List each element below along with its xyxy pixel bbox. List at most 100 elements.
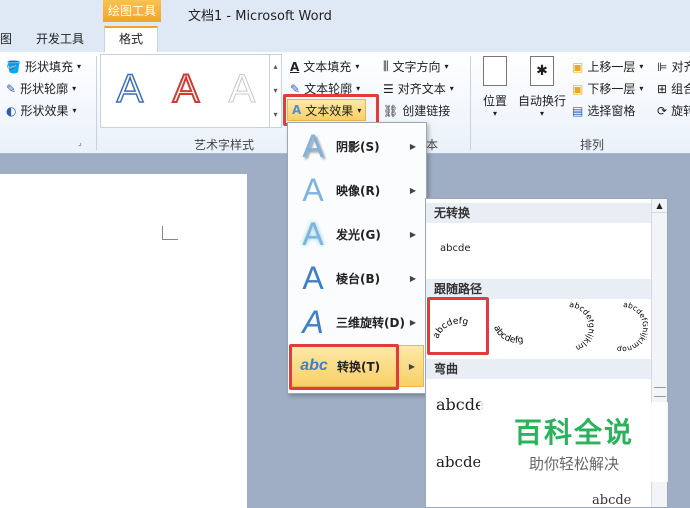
bevel-icon: A (302, 259, 324, 296)
chevron-right-icon: ▶ (408, 361, 415, 371)
align-icon: ⊫ (657, 59, 668, 74)
wordart-style-gray-outline[interactable]: A (217, 63, 267, 115)
selection-pane-label: 选择窗格 (587, 104, 636, 118)
create-link-button[interactable]: ⛓ 创建链接 (383, 102, 450, 119)
chevron-down-icon: ▾ (639, 62, 644, 71)
chevron-down-icon: ▾ (356, 84, 361, 93)
shadow-icon: A (302, 127, 324, 164)
pencil-icon: ✎ (6, 81, 17, 96)
text-fill-label: 文本填充 (303, 60, 352, 74)
send-backward-button[interactable]: ▣ 下移一层 ▾ (572, 80, 643, 97)
align-text-button[interactable]: ☰ 对齐文本 ▾ (383, 80, 454, 97)
align-label: 对齐 (671, 60, 690, 74)
glow-icon: A (302, 215, 324, 252)
rotate-icon: ⟳ (657, 103, 668, 118)
create-link-label: 创建链接 (402, 104, 451, 118)
text-direction-button[interactable]: ⫼ 文字方向 ▾ (383, 58, 449, 75)
chevron-down-icon: ▾ (72, 84, 77, 93)
paint-bucket-icon: 🪣 (6, 59, 21, 74)
gallery-scroll[interactable]: ▴ ▾ ▾ (269, 55, 281, 127)
arc-down-preview: abcdefg (491, 324, 524, 346)
circle-option[interactable]: abcdefghijklm (544, 300, 596, 355)
menu-item-label: 发光(G) (336, 227, 381, 242)
wordart-gallery: A A A ▴ ▾ ▾ (100, 54, 282, 128)
scroll-up-icon[interactable]: ▲ (652, 199, 667, 213)
shape-outline-button[interactable]: ✎ 形状轮廓 ▾ (6, 80, 76, 97)
watermark: 百科全说 助你轻松解决 (480, 402, 668, 482)
menu-item-label: 棱台(B) (336, 271, 381, 286)
menu-item-label: 阴影(S) (336, 139, 380, 154)
svg-text:abcdefg: abcdefg (491, 324, 524, 346)
menu-item-3d-rotation[interactable]: A 三维旋转(D) ▶ (290, 301, 424, 343)
text-direction-icon: ⫼ (383, 59, 389, 73)
warp-option-2[interactable]: abcde (436, 453, 481, 471)
rotate-button[interactable]: ⟳ 旋转 (657, 102, 690, 119)
section-no-transform: 无转换 (426, 203, 652, 223)
tab-developer[interactable]: 开发工具 (36, 30, 84, 52)
ribbon-tabs: 图 开发工具 格式 (0, 26, 690, 52)
chevron-down-icon: ▾ (444, 62, 449, 71)
button-text: abcdefGhijklmnop (616, 300, 650, 354)
shape-effects-label: 形状效果 (20, 104, 69, 118)
chevron-down-icon: ▾ (72, 106, 77, 115)
arc-up-highlight (427, 297, 489, 355)
chevron-right-icon: ▶ (409, 273, 416, 283)
wordart-style-blue-outline[interactable]: A (105, 63, 155, 115)
button-option[interactable]: abcdefGhijklmnop (598, 300, 650, 355)
watermark-title: 百科全说 (513, 415, 634, 449)
text-fill-button[interactable]: A 文本填充 ▾ (290, 58, 359, 75)
selection-pane-icon: ▤ (572, 103, 584, 118)
shape-effects-button[interactable]: ◐ 形状效果 ▾ (6, 102, 77, 119)
group-button[interactable]: ⊞ 组合 (657, 80, 690, 97)
position-button[interactable]: 位置 ▾ (478, 56, 512, 118)
tab-view-partial[interactable]: 图 (0, 30, 12, 52)
no-transform-option[interactable]: abcde (440, 243, 470, 254)
chevron-down-icon: ▾ (76, 62, 81, 71)
arc-down-option[interactable]: abcdefg (488, 305, 544, 353)
shape-effects-icon: ◐ (6, 103, 17, 118)
bring-forward-button[interactable]: ▣ 上移一层 ▾ (572, 58, 643, 75)
reflection-icon: A (302, 171, 324, 208)
scroll-grip[interactable] (654, 387, 666, 397)
chevron-right-icon: ▶ (409, 141, 416, 151)
section-warp: 弯曲 (426, 359, 652, 379)
document-page[interactable] (0, 174, 247, 508)
position-icon (483, 56, 507, 86)
circle-text: abcdefghijklm (569, 300, 596, 353)
chevron-down-icon: ▾ (449, 84, 454, 93)
menu-item-bevel[interactable]: A 棱台(B) ▶ (290, 257, 424, 299)
bring-forward-label: 上移一层 (587, 60, 636, 74)
tab-format[interactable]: 格式 (104, 26, 159, 52)
menu-item-reflection[interactable]: A 映像(R) ▶ (290, 169, 424, 211)
wordart-style-red-outline[interactable]: A (161, 63, 211, 115)
menu-item-shadow[interactable]: A 阴影(S) ▶ (290, 125, 424, 167)
auto-wrap-button[interactable]: ✱ 自动换行 ▾ (516, 56, 568, 118)
warp-option-3[interactable]: abcde (592, 493, 631, 507)
warp-option-1[interactable]: abcde (436, 395, 484, 414)
3d-rotation-icon: A (302, 303, 324, 340)
menu-item-label: 三维旋转(D) (336, 315, 405, 330)
shape-fill-button[interactable]: 🪣 形状填充 ▾ (6, 58, 81, 75)
bring-forward-icon: ▣ (572, 59, 584, 74)
shape-fill-label: 形状填充 (24, 60, 73, 74)
drawing-tools-context-label: 绘图工具 (103, 0, 161, 22)
chevron-down-icon: ▾ (539, 109, 544, 118)
auto-wrap-label: 自动换行 (517, 94, 566, 108)
menu-item-glow[interactable]: A 发光(G) ▶ (290, 213, 424, 255)
section-follow-path: 跟随路径 (426, 279, 652, 299)
menu-item-label: 映像(R) (336, 183, 381, 198)
button-preview: abcdefGhijklmnop (616, 300, 650, 354)
svg-text:abcdefghijklm: abcdefghijklm (569, 301, 594, 353)
dialog-launcher-icon[interactable]: ⌟ (78, 138, 82, 147)
group-label: 组合 (671, 82, 690, 96)
document-title: 文档1 - Microsoft Word (188, 9, 332, 24)
margin-corner-mark (162, 226, 178, 240)
selection-pane-button[interactable]: ▤ 选择窗格 (572, 102, 635, 119)
align-text-label: 对齐文本 (397, 82, 446, 96)
arrange-group-label: 排列 (580, 138, 605, 152)
chevron-down-icon: ▾ (492, 109, 497, 118)
align-button[interactable]: ⊫ 对齐 (657, 58, 690, 75)
circle-preview: abcdefghijklm (569, 300, 596, 353)
link-icon: ⛓ (383, 103, 399, 118)
watermark-subtitle: 助你轻松解决 (528, 454, 619, 473)
